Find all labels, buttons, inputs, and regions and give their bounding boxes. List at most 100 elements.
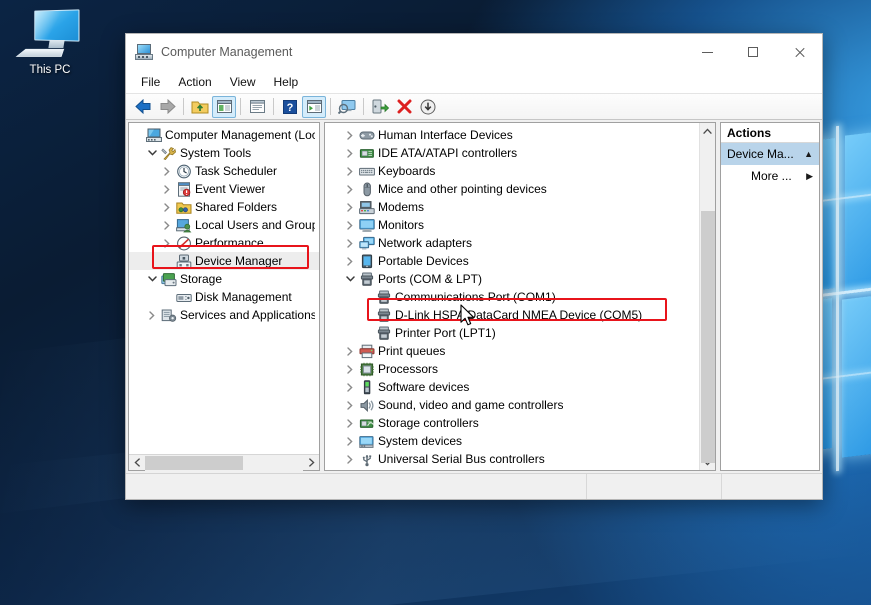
ide-controller-icon [358,146,375,161]
tree-item-system-tools[interactable]: System Tools [129,144,319,162]
title-bar[interactable]: Computer Management [126,34,822,70]
chevron-right-icon[interactable] [159,220,175,230]
toolbar-separator [183,98,184,115]
actions-item-more[interactable]: More ... ▶ [721,165,819,187]
chevron-down-icon[interactable] [342,276,358,282]
menu-view[interactable]: View [221,73,265,91]
chevron-right-icon[interactable] [342,400,358,410]
tree-item-storage[interactable]: Storage [129,270,319,288]
hscroll-left-arrow[interactable] [129,455,145,471]
disable-device-icon[interactable] [416,96,440,118]
chevron-right-icon[interactable] [342,454,358,464]
tree-item-system-devices[interactable]: System devices [325,432,699,450]
tree-item-modems[interactable]: Modems [325,198,699,216]
desktop-icon-this-pc[interactable]: This PC [8,8,92,76]
menu-help[interactable]: Help [265,73,308,91]
uninstall-device-icon[interactable] [392,96,416,118]
maximize-button[interactable] [730,34,776,70]
chevron-down-icon[interactable] [144,150,160,156]
minimize-button[interactable] [684,34,730,70]
tree-item-event-viewer[interactable]: Event Viewer [129,180,319,198]
vscroll-up-arrow[interactable] [700,123,715,139]
chevron-right-icon[interactable] [159,238,175,248]
chevron-right-icon[interactable] [342,202,358,212]
actions-item-device-manager[interactable]: Device Ma... ▲ [721,143,819,165]
chevron-right-icon[interactable] [159,184,175,194]
tree-item-services-and-applications[interactable]: Services and Applications [129,306,319,324]
help-icon[interactable]: ? [278,96,302,118]
chevron-right-icon[interactable] [342,346,358,356]
tree-item-label: System Tools [180,146,252,160]
update-driver-icon[interactable] [368,96,392,118]
tree-item-communications-port-com1[interactable]: Communications Port (COM1) [325,288,699,306]
tree-item-human-interface-devices[interactable]: Human Interface Devices [325,126,699,144]
tree-item-label: Storage [180,272,223,286]
chevron-right-icon[interactable] [342,382,358,392]
toolbar-separator [363,98,364,115]
tree-item-performance[interactable]: Performance [129,234,319,252]
processor-icon [358,362,375,377]
chevron-right-icon[interactable] [342,130,358,140]
device-tree-vscrollbar[interactable] [699,123,715,470]
tree-item-label: System devices [378,434,463,448]
device-tree[interactable]: Human Interface Devices IDE ATA/ATAPI co… [325,123,699,470]
console-tree-hscrollbar[interactable] [129,454,319,471]
tree-item-mice-and-other-pointing-devices[interactable]: Mice and other pointing devices [325,180,699,198]
tree-item-universal-serial-bus-controllers[interactable]: Universal Serial Bus controllers [325,450,699,468]
scan-for-hardware-changes-icon[interactable] [335,96,359,118]
chevron-right-icon[interactable] [159,202,175,212]
tree-item-label: Communications Port (COM1) [395,290,556,304]
show-hide-console-tree-icon[interactable] [212,95,236,118]
chevron-right-icon[interactable] [342,238,358,248]
tree-item-shared-folders[interactable]: Shared Folders [129,198,319,216]
tree-item-keyboards[interactable]: Keyboards [325,162,699,180]
tree-item-ide-ata-atapi-controllers[interactable]: IDE ATA/ATAPI controllers [325,144,699,162]
port-icon [358,272,375,287]
tree-item-processors[interactable]: Processors [325,360,699,378]
show-hide-action-pane-icon[interactable] [302,95,326,118]
chevron-right-icon[interactable] [342,256,358,266]
tree-item-software-devices[interactable]: Software devices [325,378,699,396]
tree-item-print-queues[interactable]: Print queues [325,342,699,360]
hscroll-track[interactable] [145,454,303,471]
properties-icon[interactable] [245,96,269,118]
chevron-right-icon[interactable] [342,220,358,230]
chevron-right-icon[interactable] [342,148,358,158]
minimize-icon [701,51,713,53]
close-button[interactable] [776,34,822,70]
chevron-right-icon[interactable] [342,436,358,446]
folder-up-icon[interactable] [188,96,212,118]
back-arrow-icon[interactable] [131,96,155,118]
tree-item-label: Disk Management [195,290,292,304]
tree-item-sound-video-and-game-controllers[interactable]: Sound, video and game controllers [325,396,699,414]
tree-item-device-manager[interactable]: Device Manager [129,252,319,270]
tree-item-d-link-hspa-datacard-nmea-device-com5[interactable]: D-Link HSPA DataCard NMEA Device (COM5) [325,306,699,324]
tree-item-local-users-and-groups[interactable]: Local Users and Groups [129,216,319,234]
console-tree-pane: Computer Management (Local System Tools … [128,122,320,471]
status-cell-second [587,474,722,499]
chevron-right-icon[interactable] [342,418,358,428]
tree-item-ports-com-lpt[interactable]: Ports (COM & LPT) [325,270,699,288]
vscroll-track[interactable] [700,139,715,463]
chevron-down-icon[interactable] [144,276,160,282]
chevron-right-icon[interactable] [159,166,175,176]
tree-item-disk-management[interactable]: Disk Management [129,288,319,306]
menu-action[interactable]: Action [169,73,220,91]
forward-arrow-icon[interactable] [155,96,179,118]
tree-item-task-scheduler[interactable]: Task Scheduler [129,162,319,180]
hscroll-thumb[interactable] [145,455,243,470]
tree-item-network-adapters[interactable]: Network adapters [325,234,699,252]
console-tree[interactable]: Computer Management (Local System Tools … [129,123,319,454]
chevron-right-icon[interactable] [144,310,160,320]
tree-item-printer-port-lpt1[interactable]: Printer Port (LPT1) [325,324,699,342]
hscroll-right-arrow[interactable] [303,455,319,471]
tree-item-storage-controllers[interactable]: Storage controllers [325,414,699,432]
vscroll-thumb[interactable] [701,211,715,463]
tree-item-portable-devices[interactable]: Portable Devices [325,252,699,270]
menu-file[interactable]: File [132,73,169,91]
chevron-right-icon[interactable] [342,184,358,194]
tree-item-monitors[interactable]: Monitors [325,216,699,234]
chevron-right-icon[interactable] [342,364,358,374]
chevron-right-icon[interactable] [342,166,358,176]
tree-item-computer-management-local[interactable]: Computer Management (Local [129,126,319,144]
